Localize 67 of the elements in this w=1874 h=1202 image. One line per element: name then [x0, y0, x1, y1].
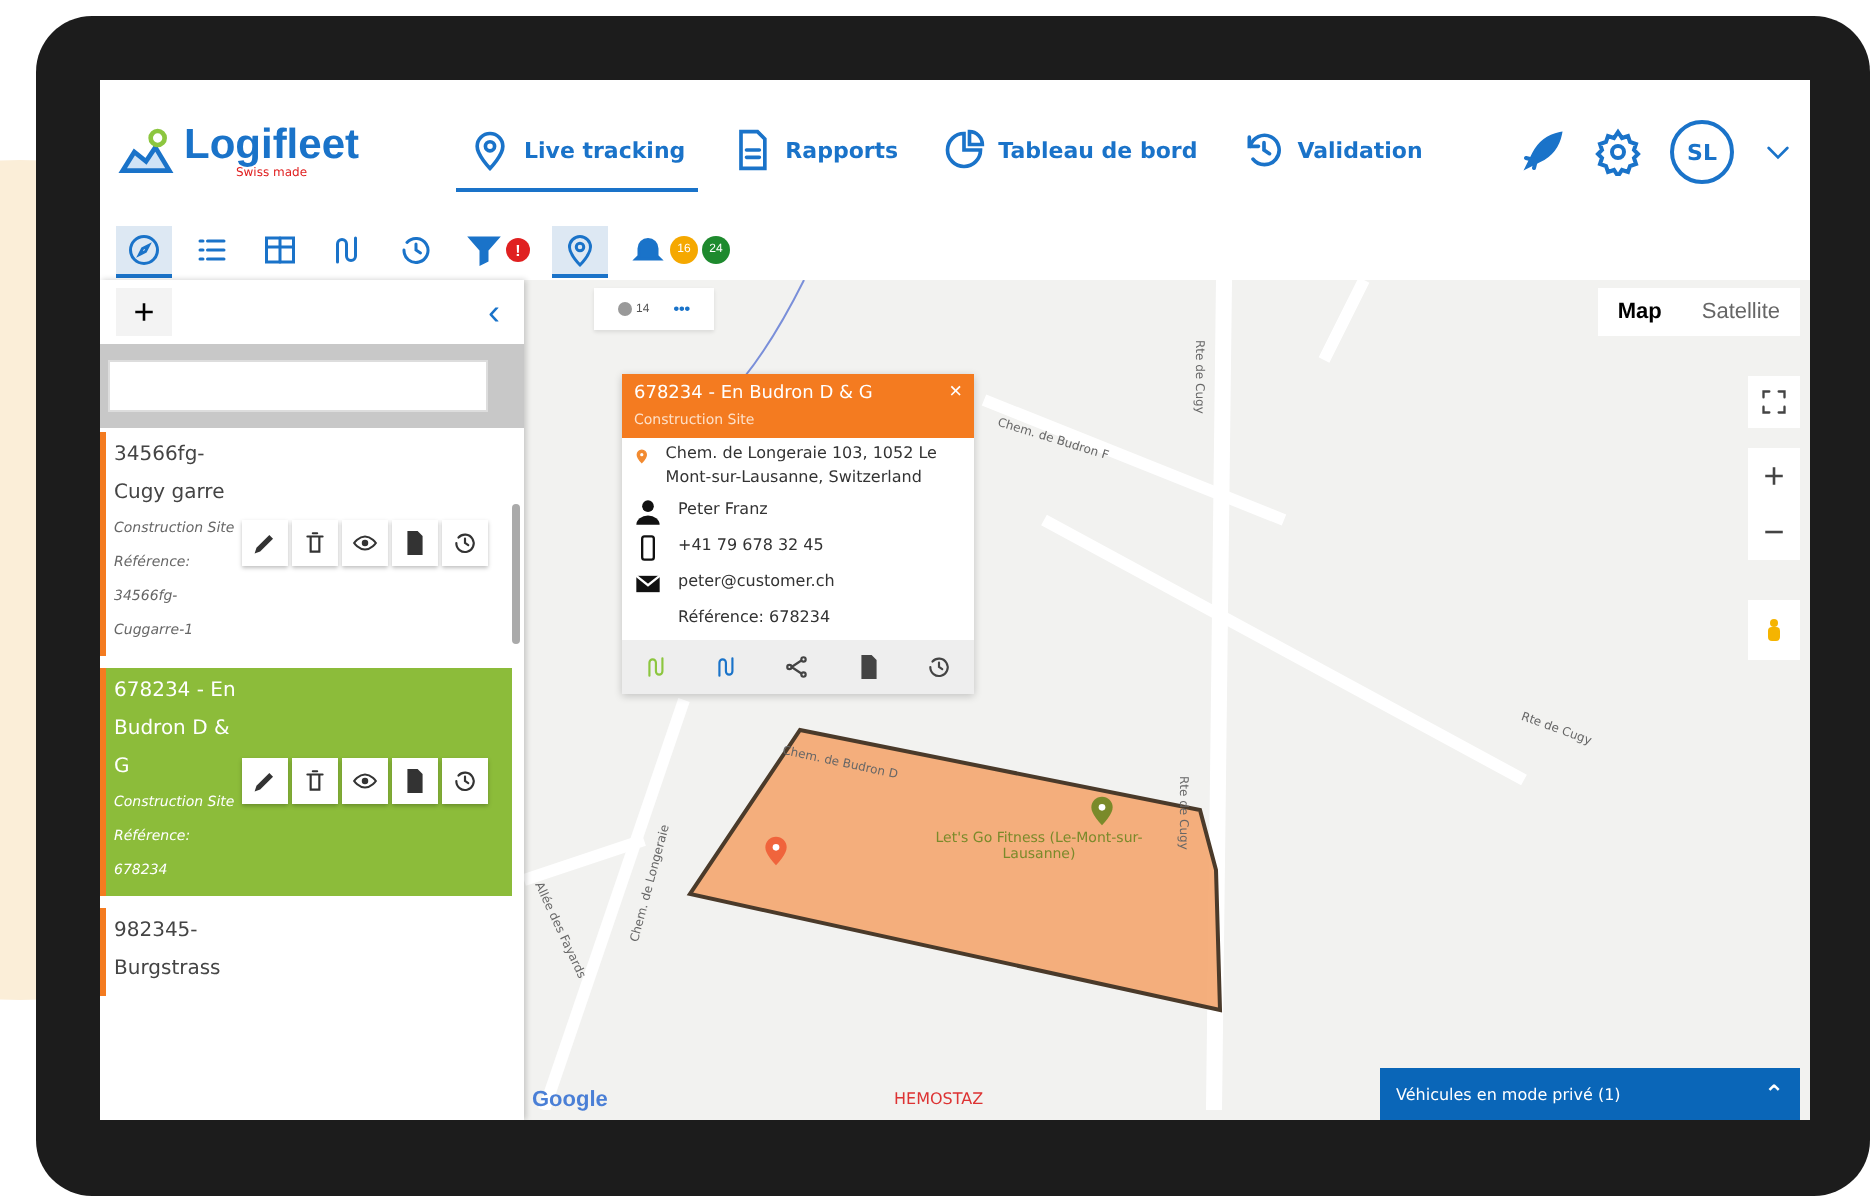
- action-button[interactable]: [442, 757, 488, 803]
- collapse-button[interactable]: ‹: [480, 291, 508, 333]
- rocket-icon: [1518, 128, 1566, 176]
- document-icon: [855, 654, 882, 680]
- history-icon: [398, 232, 434, 268]
- share-icon: [784, 654, 811, 680]
- action-button[interactable]: [292, 757, 338, 803]
- nav-tab[interactable]: Validation: [1229, 112, 1435, 192]
- action-button[interactable]: [342, 757, 388, 803]
- action-button[interactable]: [392, 757, 438, 803]
- popup-contact: Peter Franz: [678, 498, 768, 522]
- trash-icon: [302, 529, 328, 555]
- add-button[interactable]: +: [116, 288, 172, 336]
- history-icon: [452, 767, 478, 793]
- document-icon: [402, 767, 428, 793]
- eye-icon: [352, 529, 378, 555]
- search-field[interactable]: [108, 360, 488, 412]
- geofence-polygon[interactable]: [686, 727, 1223, 1013]
- nav-tab[interactable]: Rapports: [717, 112, 911, 192]
- pencil-icon: [252, 529, 278, 555]
- fullscreen-button[interactable]: [1748, 376, 1800, 428]
- popup-reference: Référence: 678234: [678, 606, 831, 630]
- location-pin-icon: [562, 232, 598, 268]
- filter-icon: [466, 232, 502, 268]
- eye-icon: [352, 767, 378, 793]
- toolbar-button[interactable]: !: [456, 226, 540, 278]
- toolbar-button[interactable]: [552, 226, 608, 278]
- map-area[interactable]: [524, 280, 1810, 1120]
- expand-toggle[interactable]: ⌃: [1763, 1080, 1784, 1108]
- action-button[interactable]: [392, 519, 438, 565]
- site-list-item[interactable]: 982345-Burgstrass: [100, 908, 512, 996]
- map-attribution: Google: [532, 1088, 608, 1112]
- action-button[interactable]: [242, 519, 288, 565]
- grid-icon: [262, 232, 298, 268]
- popup-email[interactable]: peter@customer.ch: [678, 570, 835, 594]
- history-icon: [925, 654, 952, 680]
- history-icon: [452, 529, 478, 555]
- document-icon: [402, 529, 428, 555]
- private-vehicles-bar[interactable]: Véhicules en mode privé (1) ⌃: [1380, 1068, 1800, 1120]
- alert-badge: !: [506, 238, 530, 262]
- user-avatar[interactable]: SL: [1670, 120, 1734, 184]
- fullscreen-icon: [1760, 388, 1788, 416]
- compass-icon: [126, 232, 162, 268]
- place-label: HEMOSTAZ: [894, 1090, 984, 1108]
- popup-title: 678234 - En Budron D & G: [634, 382, 873, 408]
- action-button[interactable]: [242, 757, 288, 803]
- nav-tab[interactable]: Live tracking: [456, 112, 698, 192]
- trash-icon: [302, 767, 328, 793]
- site-title: 34566fg-Cugy garre: [114, 442, 227, 508]
- popup-phone: +41 79 678 32 45: [678, 534, 824, 558]
- scrollbar[interactable]: [512, 504, 520, 644]
- more-button[interactable]: •••: [669, 296, 695, 322]
- site-title: 982345-Burgstrass: [114, 918, 223, 984]
- popup-address: Chem. de Longeraie 103, 1052 Le Mont-sur-Lausanne, Switzerland: [665, 442, 939, 490]
- private-vehicles-label: Véhicules en mode privé (1): [1396, 1085, 1621, 1103]
- toolbar-button[interactable]: [116, 226, 172, 278]
- logo-wordmark: Logifleet: [184, 124, 359, 166]
- envelope-icon: [634, 570, 662, 598]
- pencil-icon: [252, 767, 278, 793]
- site-title: 678234 - En Budron D & G: [114, 678, 238, 782]
- action-button[interactable]: [442, 519, 488, 565]
- pie-chart-icon: [942, 128, 987, 172]
- action-button[interactable]: [292, 519, 338, 565]
- person-icon: [634, 498, 662, 526]
- action-button[interactable]: [342, 519, 388, 565]
- settings-icon: [1594, 128, 1642, 176]
- nav-tab[interactable]: Tableau de bord: [930, 112, 1210, 192]
